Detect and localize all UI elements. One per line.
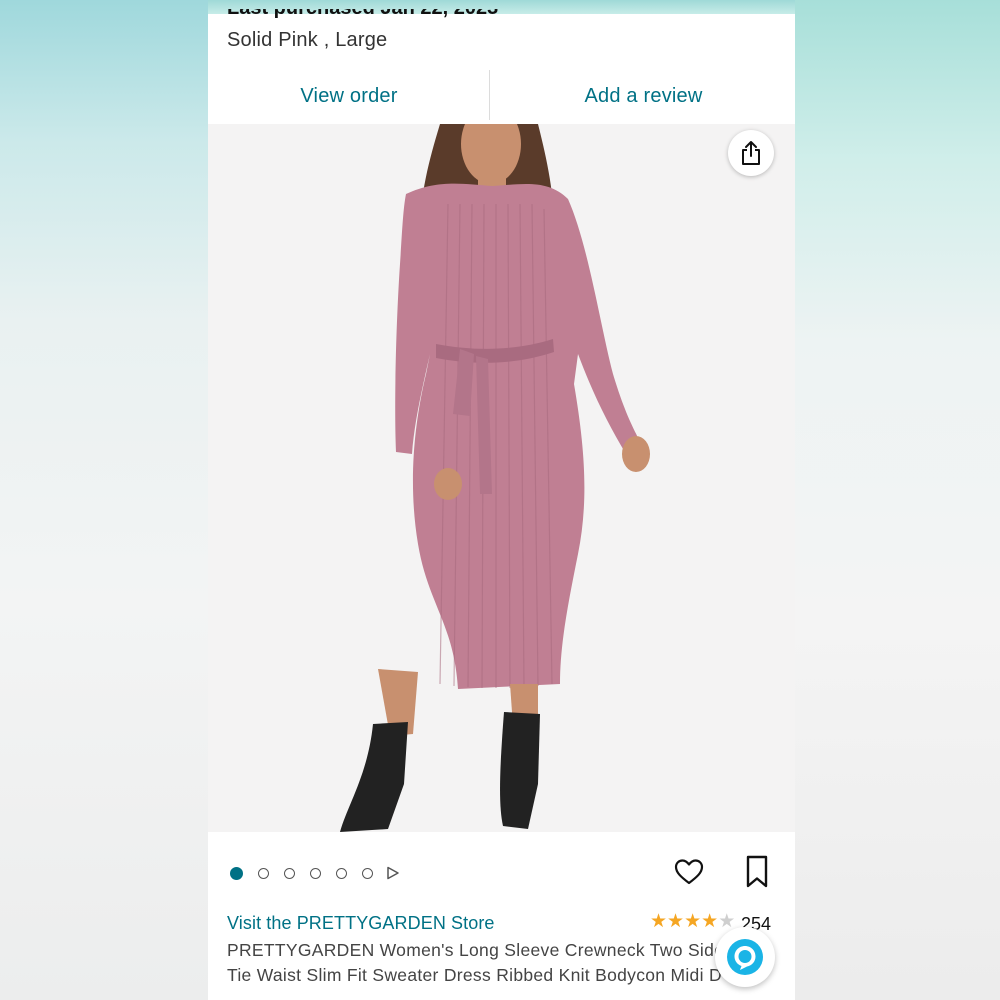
alexa-icon <box>727 939 763 975</box>
heart-icon[interactable] <box>673 856 705 888</box>
actions-divider <box>489 70 490 120</box>
gallery-dot[interactable] <box>258 867 269 879</box>
gallery-dot[interactable] <box>230 866 243 880</box>
rating-stars[interactable]: ★ ★ ★ ★ ★ <box>650 912 735 932</box>
background-left <box>0 0 208 1000</box>
gallery-dot[interactable] <box>336 867 347 879</box>
variant-text: Solid Pink , Large <box>227 29 388 51</box>
video-play-icon[interactable] <box>386 866 400 880</box>
gallery-pagination <box>230 863 400 883</box>
product-title-line: Tie Waist Slim Fit Sweater Dress Ribbed … <box>227 965 722 985</box>
app-screen: Last purchased Jan 22, 2023 Solid Pink ,… <box>208 0 795 1000</box>
share-icon <box>742 141 760 165</box>
product-image-gallery[interactable] <box>208 124 795 832</box>
add-review-button[interactable]: Add a review <box>492 70 795 122</box>
star-icon: ★ <box>650 911 668 932</box>
share-button[interactable] <box>728 130 774 176</box>
star-icon: ★ <box>684 911 702 932</box>
order-actions: View order Add a review <box>208 70 795 122</box>
star-icon: ★ <box>701 911 719 932</box>
store-link[interactable]: Visit the PRETTYGARDEN Store <box>227 913 495 934</box>
background-right <box>795 0 1000 1000</box>
product-title-line: PRETTYGARDEN Women's Long Sleeve Crewnec… <box>227 940 725 960</box>
assistant-button[interactable] <box>715 927 775 987</box>
bookmark-icon[interactable] <box>744 855 770 889</box>
view-order-button[interactable]: View order <box>208 70 490 122</box>
gallery-dot[interactable] <box>362 867 373 879</box>
star-icon: ★ <box>667 911 685 932</box>
gallery-dot[interactable] <box>284 867 295 879</box>
gallery-dot[interactable] <box>310 867 321 879</box>
product-photo <box>340 124 650 832</box>
